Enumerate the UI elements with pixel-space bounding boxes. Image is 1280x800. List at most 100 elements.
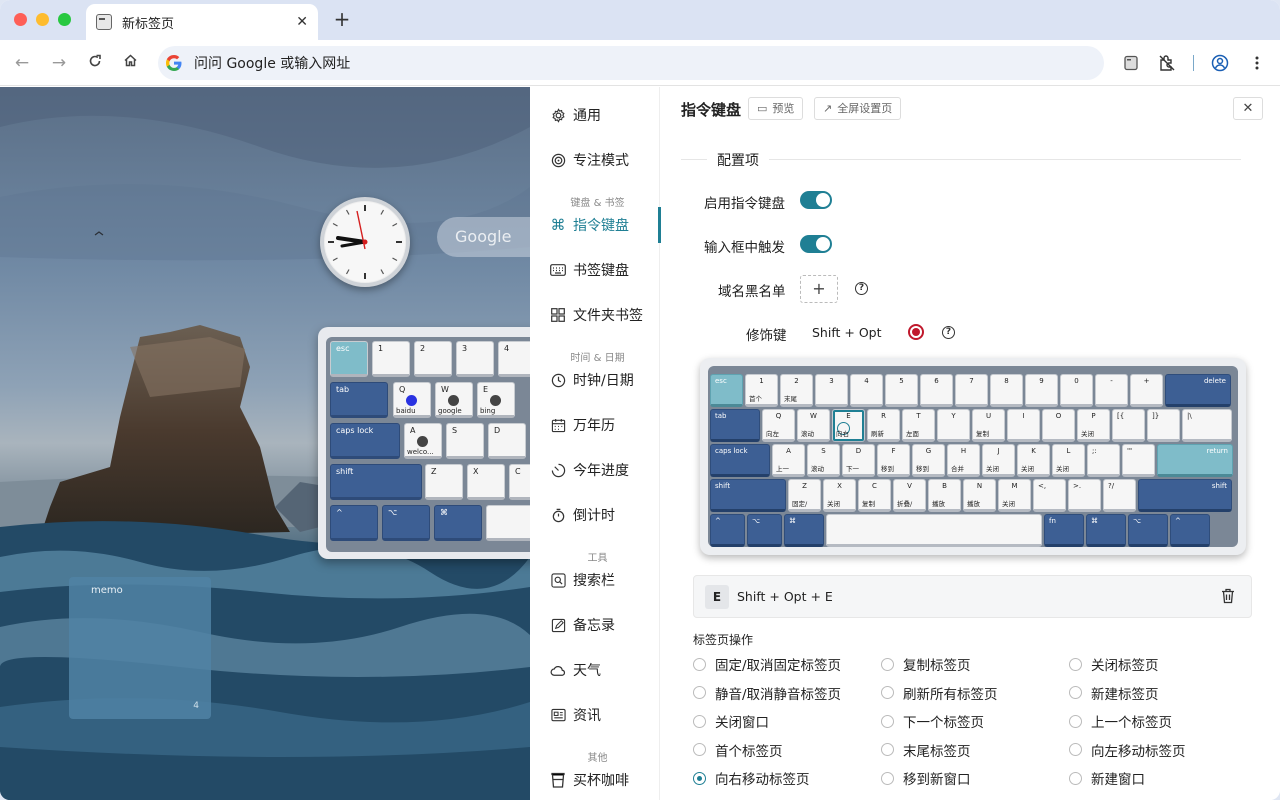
keyboard-key[interactable]: '"	[1122, 444, 1155, 477]
radio-circle[interactable]	[881, 714, 894, 728]
radio-circle[interactable]	[881, 686, 894, 699]
tab-close-icon[interactable]: ✕	[296, 14, 308, 30]
sidebar-item-general[interactable]: 通用	[550, 101, 660, 129]
keyboard-key[interactable]: fn	[1044, 514, 1084, 547]
add-blacklist-button[interactable]: +	[800, 275, 838, 303]
keyboard-key[interactable]: ⌘	[784, 514, 824, 547]
keyboard-key[interactable]: 7	[955, 374, 988, 407]
bg-key[interactable]: Awelco...	[404, 423, 442, 459]
radio-circle[interactable]	[1069, 657, 1082, 671]
radio-option[interactable]: 关闭标签页	[1069, 654, 1159, 674]
keyboard-key[interactable]: 9	[1025, 374, 1058, 407]
input-trigger-toggle[interactable]	[800, 235, 832, 253]
keyboard-key[interactable]: |\	[1182, 409, 1232, 442]
sidebar-item-clock[interactable]: 时钟/日期	[550, 366, 660, 394]
radio-circle[interactable]	[693, 743, 706, 756]
bg-key[interactable]: ^	[330, 505, 378, 541]
keyboard-key[interactable]: U 复制	[972, 409, 1005, 442]
radio-option[interactable]: 移到新窗口	[881, 768, 971, 788]
bg-key[interactable]: tab	[330, 382, 388, 418]
radio-circle[interactable]	[693, 771, 706, 785]
radio-option[interactable]: 复制标签页	[881, 654, 971, 674]
sidebar-item-folder-bookmarks[interactable]: 文件夹书签	[550, 301, 660, 329]
minimize-window-button[interactable]	[36, 13, 49, 26]
reload-icon[interactable]	[83, 51, 107, 75]
sidebar-item-calendar[interactable]: 万年历	[550, 411, 660, 439]
extensions-puzzle-icon[interactable]	[1155, 51, 1179, 75]
radio-option[interactable]: 向右移动标签页	[693, 768, 810, 788]
bg-key[interactable]	[486, 505, 530, 541]
keyboard-key[interactable]: ⌘	[1086, 514, 1126, 547]
keyboard-key[interactable]: D 下一	[842, 444, 875, 477]
memo-widget[interactable]: memo 4	[69, 577, 211, 719]
keyboard-key[interactable]: ;:	[1087, 444, 1120, 477]
keyboard-key[interactable]: L 关闭	[1052, 444, 1085, 477]
home-icon[interactable]	[118, 51, 142, 75]
sidebar-item-bookmark-keyboard[interactable]: 书签键盘	[550, 256, 660, 284]
zoom-window-button[interactable]	[58, 13, 71, 26]
keyboard-key[interactable]: <,	[1033, 479, 1066, 512]
radio-circle[interactable]	[881, 771, 894, 785]
keyboard-key[interactable]: H 合并	[947, 444, 980, 477]
radio-circle[interactable]	[1069, 743, 1082, 756]
keyboard-key[interactable]: J 关闭	[982, 444, 1015, 477]
bg-key[interactable]: C	[509, 464, 530, 500]
keyboard-key[interactable]: 5	[885, 374, 918, 407]
keyboard-key[interactable]: ⌥	[1128, 514, 1168, 547]
radio-option[interactable]: 新建标签页	[1069, 683, 1159, 703]
radio-option[interactable]: 上一个标签页	[1069, 711, 1172, 731]
keyboard-key[interactable]: >.	[1068, 479, 1101, 512]
radio-circle[interactable]	[881, 657, 894, 671]
keyboard-key[interactable]: 0	[1060, 374, 1093, 407]
bg-key[interactable]: ⌥	[382, 505, 430, 541]
keyboard-key[interactable]: R 刷新	[867, 409, 900, 442]
radio-option[interactable]: 下一个标签页	[881, 711, 984, 731]
sidebar-item-search-bar[interactable]: 搜索栏	[550, 566, 660, 594]
radio-option[interactable]: 刷新所有标签页	[881, 683, 998, 703]
keyboard-key[interactable]: 6	[920, 374, 953, 407]
fullscreen-settings-button[interactable]: ↗ 全屏设置页	[814, 97, 902, 120]
keyboard-key[interactable]: W 滚动	[797, 409, 830, 442]
back-icon[interactable]: ←	[10, 51, 34, 75]
keyboard-key[interactable]: G 移到	[912, 444, 945, 477]
sidebar-item-memo[interactable]: 备忘录	[550, 611, 660, 639]
sidebar-item-year-progress[interactable]: 今年进度	[550, 456, 660, 484]
keyboard-key[interactable]: Y	[937, 409, 970, 442]
keyboard-key[interactable]: 8	[990, 374, 1023, 407]
keyboard-key[interactable]: ⌥	[747, 514, 782, 547]
bg-key[interactable]: caps lock	[330, 423, 400, 459]
keyboard-key[interactable]: Z 固定/	[788, 479, 821, 512]
radio-circle[interactable]	[693, 714, 706, 728]
keyboard-key[interactable]: return	[1157, 444, 1233, 477]
keyboard-key[interactable]: shift	[1138, 479, 1232, 512]
trash-icon[interactable]	[1221, 588, 1235, 604]
bg-key[interactable]: esc	[330, 341, 368, 377]
browser-menu-icon[interactable]	[1245, 51, 1269, 75]
keyboard-key[interactable]: F 移到	[877, 444, 910, 477]
radio-option[interactable]: 静音/取消静音标签页	[693, 683, 841, 703]
radio-circle[interactable]	[881, 743, 894, 756]
bg-key[interactable]: 1	[372, 341, 410, 377]
keyboard-key[interactable]: 2 末尾	[780, 374, 813, 407]
keyboard-key[interactable]: delete	[1165, 374, 1231, 407]
keyboard-key[interactable]: V 折叠/	[893, 479, 926, 512]
radio-circle[interactable]	[1069, 686, 1082, 699]
bg-key[interactable]: Z	[425, 464, 463, 500]
keyboard-key[interactable]: [{	[1112, 409, 1145, 442]
keyboard-key[interactable]: ^	[1170, 514, 1210, 547]
bg-key[interactable]: 2	[414, 341, 452, 377]
sidebar-item-countdown[interactable]: 倒计时	[550, 501, 660, 529]
keyboard-key[interactable]: tab	[710, 409, 760, 442]
bg-key[interactable]: D	[488, 423, 526, 459]
bg-key[interactable]: Wgoogle	[435, 382, 473, 418]
radio-option[interactable]: 向左移动标签页	[1069, 740, 1186, 760]
keyboard-key[interactable]: +	[1130, 374, 1163, 407]
newtab-search-bar[interactable]: Google	[437, 217, 530, 257]
radio-circle[interactable]	[693, 657, 706, 671]
forward-icon[interactable]: →	[47, 51, 71, 75]
radio-option[interactable]: 固定/取消固定标签页	[693, 654, 841, 674]
bg-key[interactable]: shift	[330, 464, 422, 500]
close-window-button[interactable]	[14, 13, 27, 26]
keyboard-key[interactable]: I	[1007, 409, 1040, 442]
bg-key[interactable]: X	[467, 464, 505, 500]
